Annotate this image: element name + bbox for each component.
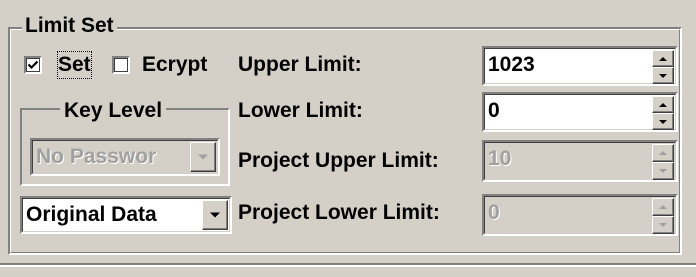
project-upper-limit-input: 10 xyxy=(482,140,678,182)
data-mode-dropdown-button[interactable] xyxy=(202,200,228,230)
project-lower-limit-spin-down xyxy=(652,216,674,234)
project-upper-limit-spin-up xyxy=(652,144,674,162)
project-lower-limit-input: 0 xyxy=(482,194,678,236)
project-lower-limit-value: 0 xyxy=(488,201,500,224)
bottom-divider xyxy=(0,263,696,277)
lower-limit-spin-up[interactable] xyxy=(652,96,674,113)
data-mode-value: Original Data xyxy=(26,203,157,226)
checkmark-icon xyxy=(27,60,39,70)
limit-set-title: Limit Set xyxy=(22,13,117,39)
upper-limit-label: Upper Limit: xyxy=(238,53,362,76)
upper-limit-value: 1023 xyxy=(488,53,535,76)
upper-limit-spin-down[interactable] xyxy=(652,67,674,84)
lower-limit-input[interactable]: 0 xyxy=(482,92,678,132)
key-level-combobox: No Passwor xyxy=(30,138,220,176)
key-level-dropdown-button xyxy=(190,142,216,172)
spin-down-arrow-icon xyxy=(659,73,667,78)
spin-up-arrow-icon xyxy=(659,151,667,155)
upper-limit-spin-up[interactable] xyxy=(652,50,674,67)
set-checkbox[interactable] xyxy=(24,56,42,74)
key-level-title: Key Level xyxy=(60,98,167,124)
project-lower-limit-spin-up xyxy=(652,198,674,216)
lower-limit-spin-down[interactable] xyxy=(652,113,674,130)
spin-down-arrow-icon xyxy=(659,169,667,173)
dropdown-arrow-icon xyxy=(210,212,220,218)
spin-down-arrow-icon xyxy=(659,223,667,227)
project-upper-limit-label: Project Upper Limit: xyxy=(238,149,439,172)
set-checkbox-label[interactable]: Set xyxy=(57,51,92,79)
spin-down-arrow-icon xyxy=(659,119,667,124)
spin-up-arrow-icon xyxy=(659,205,667,209)
encrypt-checkbox-label[interactable]: Ecrypt xyxy=(142,52,207,78)
spin-up-arrow-icon xyxy=(659,102,667,107)
spin-up-arrow-icon xyxy=(659,56,667,61)
key-level-value: No Passwor xyxy=(36,145,157,168)
dropdown-arrow-icon xyxy=(198,154,208,160)
project-upper-limit-spin-down xyxy=(652,162,674,180)
data-mode-combobox[interactable]: Original Data xyxy=(20,196,232,234)
project-upper-limit-value: 10 xyxy=(488,147,512,170)
encrypt-checkbox[interactable] xyxy=(112,56,130,74)
lower-limit-label: Lower Limit: xyxy=(238,99,363,122)
project-lower-limit-label: Project Lower Limit: xyxy=(238,201,440,224)
lower-limit-value: 0 xyxy=(488,99,500,122)
upper-limit-input[interactable]: 1023 xyxy=(482,46,678,86)
